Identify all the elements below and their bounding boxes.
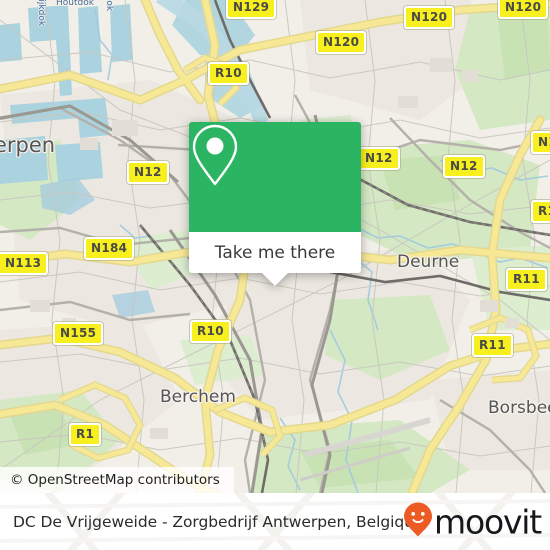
map-label-dock: sdok	[104, 0, 114, 12]
road-shield: N113	[0, 252, 49, 275]
road-shield: N120	[498, 0, 549, 19]
map-label-berchem: Berchem	[160, 387, 236, 407]
road-shield: N12	[443, 155, 485, 178]
road-shield: R11	[531, 200, 550, 223]
road-shield: R10	[208, 62, 249, 85]
osm-attribution[interactable]: © OpenStreetMap contributors	[0, 467, 234, 493]
moovit-smiley-pin-icon	[403, 501, 433, 542]
road-shield: N129	[226, 0, 277, 19]
moovit-brand[interactable]: moovit	[403, 501, 542, 542]
map-label-borsbeek: Borsbeek	[488, 398, 550, 418]
road-shield: N12	[127, 161, 169, 184]
map-label-dock: Houtdok	[56, 0, 94, 8]
map-label-deurne: Deurne	[397, 252, 460, 272]
road-shield: R10	[190, 320, 231, 343]
map-label-dock: ndijkdok	[36, 0, 46, 27]
footer-bar: DC De Vrijgeweide - Zorgbedrijf Antwerpe…	[0, 493, 550, 550]
road-shield: R11	[506, 268, 547, 291]
popup-pointer	[262, 273, 288, 286]
location-title: DC De Vrijgeweide - Zorgbedrijf Antwerpe…	[13, 512, 424, 531]
road-shield: N120	[404, 6, 455, 29]
take-me-there-button[interactable]: Take me there	[189, 232, 361, 273]
road-shield: N12	[531, 131, 550, 154]
map-canvas[interactable]: ndijkdok Houtdok sdok erpen Deurne Berch…	[0, 0, 550, 493]
moovit-wordmark: moovit	[434, 502, 542, 541]
road-shield: N12	[358, 147, 400, 170]
map-share-card: ndijkdok Houtdok sdok erpen Deurne Berch…	[0, 0, 550, 550]
road-shield: N184	[84, 237, 135, 260]
take-me-there-label: Take me there	[214, 242, 336, 263]
map-label-antwerpen: erpen	[0, 133, 56, 157]
road-shield: R11	[472, 334, 513, 357]
road-shield: N155	[53, 322, 104, 345]
popup-pin-panel	[189, 122, 361, 232]
road-shield: R1	[69, 423, 102, 446]
road-shield: N120	[316, 31, 367, 54]
take-me-there-popup[interactable]: Take me there	[189, 122, 361, 286]
